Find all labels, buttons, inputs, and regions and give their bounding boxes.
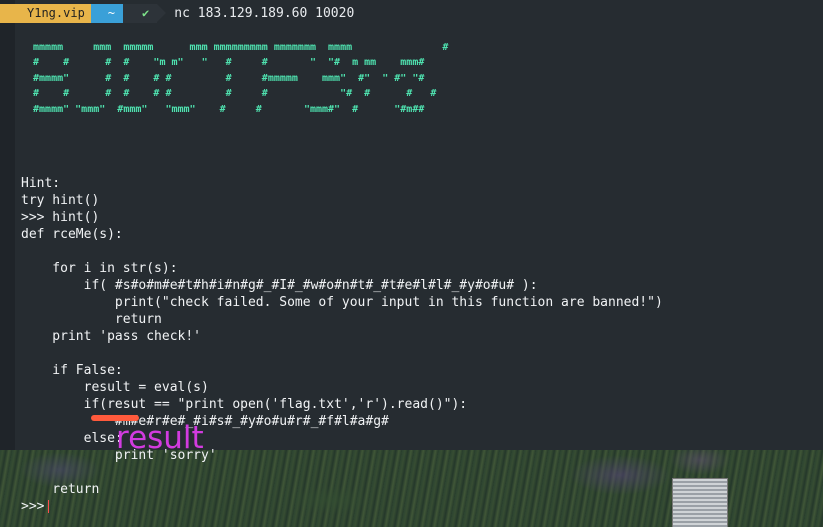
banner-line: #mmmm" "mmm" #mmm" "mmm" # # "mmm#" # "#…	[27, 103, 425, 115]
text-cursor[interactable]	[48, 500, 49, 513]
output-line: >>> hint()	[21, 210, 100, 225]
annotation-handwritten-text: result	[116, 420, 204, 456]
terminal-output: Hint: try hint() >>> hint() def rceMe(s): f…	[21, 175, 663, 515]
output-line: if(resut == "print open('flag.txt','r').…	[21, 397, 468, 412]
output-line: for i in str(s):	[21, 261, 178, 276]
output-line: result = eval(s)	[21, 380, 209, 395]
banner-line: # # # # "m m" " # # " "# m mm mmm#	[27, 57, 425, 69]
prompt-status-check-icon: ✔	[123, 4, 167, 23]
output-line: def rceMe(s):	[21, 227, 123, 242]
output-line: Hint:	[21, 176, 61, 191]
prompt-host: Y1ng.vip	[0, 4, 100, 23]
prompt-directory: ~	[90, 4, 133, 23]
background-window-thumbnail[interactable]	[672, 478, 728, 527]
input-prompt-line: >>>	[21, 499, 53, 514]
output-line: if( #s#o#m#e#t#h#i#n#g#_#I#_#w#o#n#t#_#t…	[21, 278, 538, 293]
banner-line: #mmmm" # # # # # #mmmmm mmm" #" " #" "#	[27, 72, 425, 84]
output-line: try hint()	[21, 193, 100, 208]
ascii-banner: mmmmm mmm mmmmm mmm mmmmmmmmm mmmmmmm mm…	[27, 40, 448, 117]
prompt-command: nc 183.129.189.60 10020	[174, 6, 355, 21]
output-line: print 'pass check!'	[21, 329, 202, 344]
banner-line: mmmmm mmm mmmmm mmm mmmmmmmmm mmmmmmm mm…	[27, 42, 449, 53]
output-line: return	[21, 312, 162, 327]
shell-prompt: Y1ng.vip ~ ✔ nc 183.129.189.60 10020	[0, 4, 354, 23]
terminal-window[interactable]: Y1ng.vip ~ ✔ nc 183.129.189.60 10020 mmm…	[0, 0, 823, 527]
output-line: if False:	[21, 363, 123, 378]
output-line: print("check failed. Some of your input …	[21, 295, 663, 310]
banner-line: # # # # # # # # "# # # #	[27, 88, 437, 100]
output-line: return	[21, 482, 100, 497]
window-edge	[0, 0, 15, 527]
